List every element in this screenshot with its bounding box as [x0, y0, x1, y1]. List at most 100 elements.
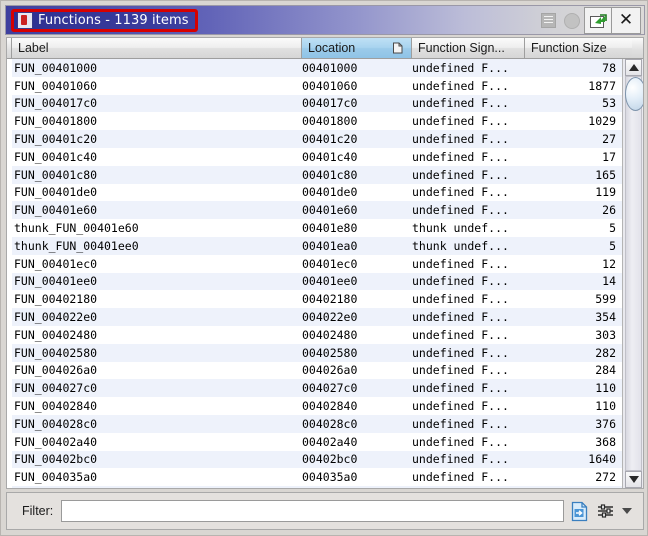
cell-function-size: 284: [525, 363, 622, 377]
cell-location: 00401e80: [302, 221, 412, 235]
filter-input[interactable]: [61, 500, 564, 522]
cell-function-signature: undefined F...: [412, 61, 525, 75]
window-titlebar: Functions - 1139 items ✕: [5, 5, 645, 35]
cell-function-signature: undefined F...: [412, 257, 525, 271]
filter-options-glyph: [597, 503, 615, 519]
cell-function-size: 376: [525, 417, 622, 431]
column-header-function-size-text: Function Size: [531, 41, 607, 55]
cell-location: 004022e0: [302, 310, 412, 324]
filter-apply-icon[interactable]: [570, 501, 589, 522]
filter-label: Filter:: [22, 504, 53, 518]
column-header-label[interactable]: Label: [12, 38, 302, 59]
cell-function-signature: undefined F...: [412, 435, 525, 449]
close-button[interactable]: ✕: [612, 7, 641, 34]
table-row[interactable]: FUN_00401c8000401c80undefined F...165: [12, 166, 622, 184]
cell-function-signature: undefined F...: [412, 452, 525, 466]
table-row[interactable]: FUN_004028c0004028c0undefined F...376: [12, 415, 622, 433]
cell-location: 00401060: [302, 79, 412, 93]
function-document-icon: [17, 12, 33, 29]
cell-label: FUN_00402580: [12, 346, 302, 360]
cell-function-signature: undefined F...: [412, 346, 525, 360]
table-row[interactable]: FUN_00401ec000401ec0undefined F...12: [12, 255, 622, 273]
cell-label: FUN_00402bc0: [12, 452, 302, 466]
detach-window-button[interactable]: [584, 7, 612, 34]
cell-label: FUN_00401ee0: [12, 274, 302, 288]
table-row[interactable]: FUN_0040284000402840undefined F...110: [12, 397, 622, 415]
table-row[interactable]: FUN_0040218000402180undefined F...599: [12, 290, 622, 308]
cell-location: 00401ec0: [302, 257, 412, 271]
scrollbar-track[interactable]: [625, 76, 642, 471]
cell-function-size: 303: [525, 328, 622, 342]
filter-options-icon[interactable]: [597, 503, 615, 519]
cell-label: FUN_004028c0: [12, 417, 302, 431]
cell-label: FUN_00401000: [12, 61, 302, 75]
table-row[interactable]: FUN_00401e6000401e60undefined F...26: [12, 201, 622, 219]
column-header-label-text: Label: [18, 41, 49, 55]
cell-function-size: 5: [525, 221, 622, 235]
cell-location: 00401e60: [302, 203, 412, 217]
vertical-scrollbar[interactable]: [622, 59, 643, 488]
cell-location: 00401800: [302, 114, 412, 128]
scroll-down-button[interactable]: [625, 471, 642, 488]
column-header-location[interactable]: Location: [302, 38, 412, 59]
scrollbar-thumb[interactable]: [625, 77, 644, 111]
cell-function-signature: undefined F...: [412, 96, 525, 110]
page-title: Functions - 1139 items: [38, 13, 189, 28]
table-row[interactable]: FUN_004036c0004036c0undefined F...280: [12, 486, 622, 488]
cell-label: FUN_00401e60: [12, 203, 302, 217]
column-header-function-signature[interactable]: Function Sign...: [412, 38, 525, 59]
table-row[interactable]: FUN_00401c2000401c20undefined F...27: [12, 130, 622, 148]
cell-function-signature: undefined F...: [412, 185, 525, 199]
menu-lines-icon[interactable]: [536, 9, 560, 33]
cell-function-size: 119: [525, 185, 622, 199]
circle-icon[interactable]: [560, 9, 584, 33]
cell-label: FUN_004017c0: [12, 96, 302, 110]
detach-window-icon: [589, 13, 607, 29]
cell-function-size: 110: [525, 381, 622, 395]
cell-function-signature: undefined F...: [412, 399, 525, 413]
table-row[interactable]: FUN_004022e0004022e0undefined F...354: [12, 308, 622, 326]
sort-ascending-icon: [392, 42, 403, 54]
cell-function-signature: undefined F...: [412, 150, 525, 164]
table-body[interactable]: FUN_0040100000401000undefined F...78FUN_…: [12, 59, 622, 488]
cell-label: FUN_00401ec0: [12, 257, 302, 271]
table-row[interactable]: FUN_00402bc000402bc0undefined F...1640: [12, 451, 622, 469]
cell-location: 004017c0: [302, 96, 412, 110]
cell-location: 00402bc0: [302, 452, 412, 466]
cell-function-signature: undefined F...: [412, 328, 525, 342]
cell-function-size: 5: [525, 239, 622, 253]
table-row[interactable]: FUN_0040106000401060undefined F...1877: [12, 77, 622, 95]
table-row[interactable]: FUN_0040180000401800undefined F...1029: [12, 112, 622, 130]
table-row[interactable]: FUN_0040258000402580undefined F...282: [12, 344, 622, 362]
table-row[interactable]: thunk_FUN_00401ee000401ea0thunk undef...…: [12, 237, 622, 255]
table-row[interactable]: thunk_FUN_00401e6000401e80thunk undef...…: [12, 219, 622, 237]
cell-function-size: 53: [525, 96, 622, 110]
table-row[interactable]: FUN_004035a0004035a0undefined F...272: [12, 468, 622, 486]
scroll-up-button[interactable]: [625, 59, 642, 76]
cell-function-signature: undefined F...: [412, 363, 525, 377]
cell-location: 00401000: [302, 61, 412, 75]
table-row[interactable]: FUN_004027c0004027c0undefined F...110: [12, 379, 622, 397]
functions-table-panel: Label Location Function Sign... Function…: [6, 37, 644, 489]
cell-function-signature: undefined F...: [412, 381, 525, 395]
table-row[interactable]: FUN_004026a0004026a0undefined F...284: [12, 362, 622, 380]
cell-function-size: 599: [525, 292, 622, 306]
cell-function-signature: undefined F...: [412, 274, 525, 288]
table-row[interactable]: FUN_004017c0004017c0undefined F...53: [12, 95, 622, 113]
table-row[interactable]: FUN_00401c4000401c40undefined F...17: [12, 148, 622, 166]
cell-location: 00402840: [302, 399, 412, 413]
triangle-down-icon: [629, 476, 639, 483]
table-row[interactable]: FUN_00401de000401de0undefined F...119: [12, 184, 622, 202]
cell-function-size: 78: [525, 61, 622, 75]
cell-location: 004028c0: [302, 417, 412, 431]
table-row[interactable]: FUN_0040248000402480undefined F...303: [12, 326, 622, 344]
table-row[interactable]: FUN_0040100000401000undefined F...78: [12, 59, 622, 77]
cell-function-signature: undefined F...: [412, 470, 525, 484]
titlebar-button-group: ✕: [536, 8, 641, 33]
column-header-function-size[interactable]: Function Size: [525, 38, 632, 59]
cell-function-signature: undefined F...: [412, 292, 525, 306]
table-row[interactable]: FUN_00401ee000401ee0undefined F...14: [12, 273, 622, 291]
cell-location: 00401c20: [302, 132, 412, 146]
filter-dropdown-caret-icon[interactable]: [622, 508, 632, 514]
table-row[interactable]: FUN_00402a4000402a40undefined F...368: [12, 433, 622, 451]
